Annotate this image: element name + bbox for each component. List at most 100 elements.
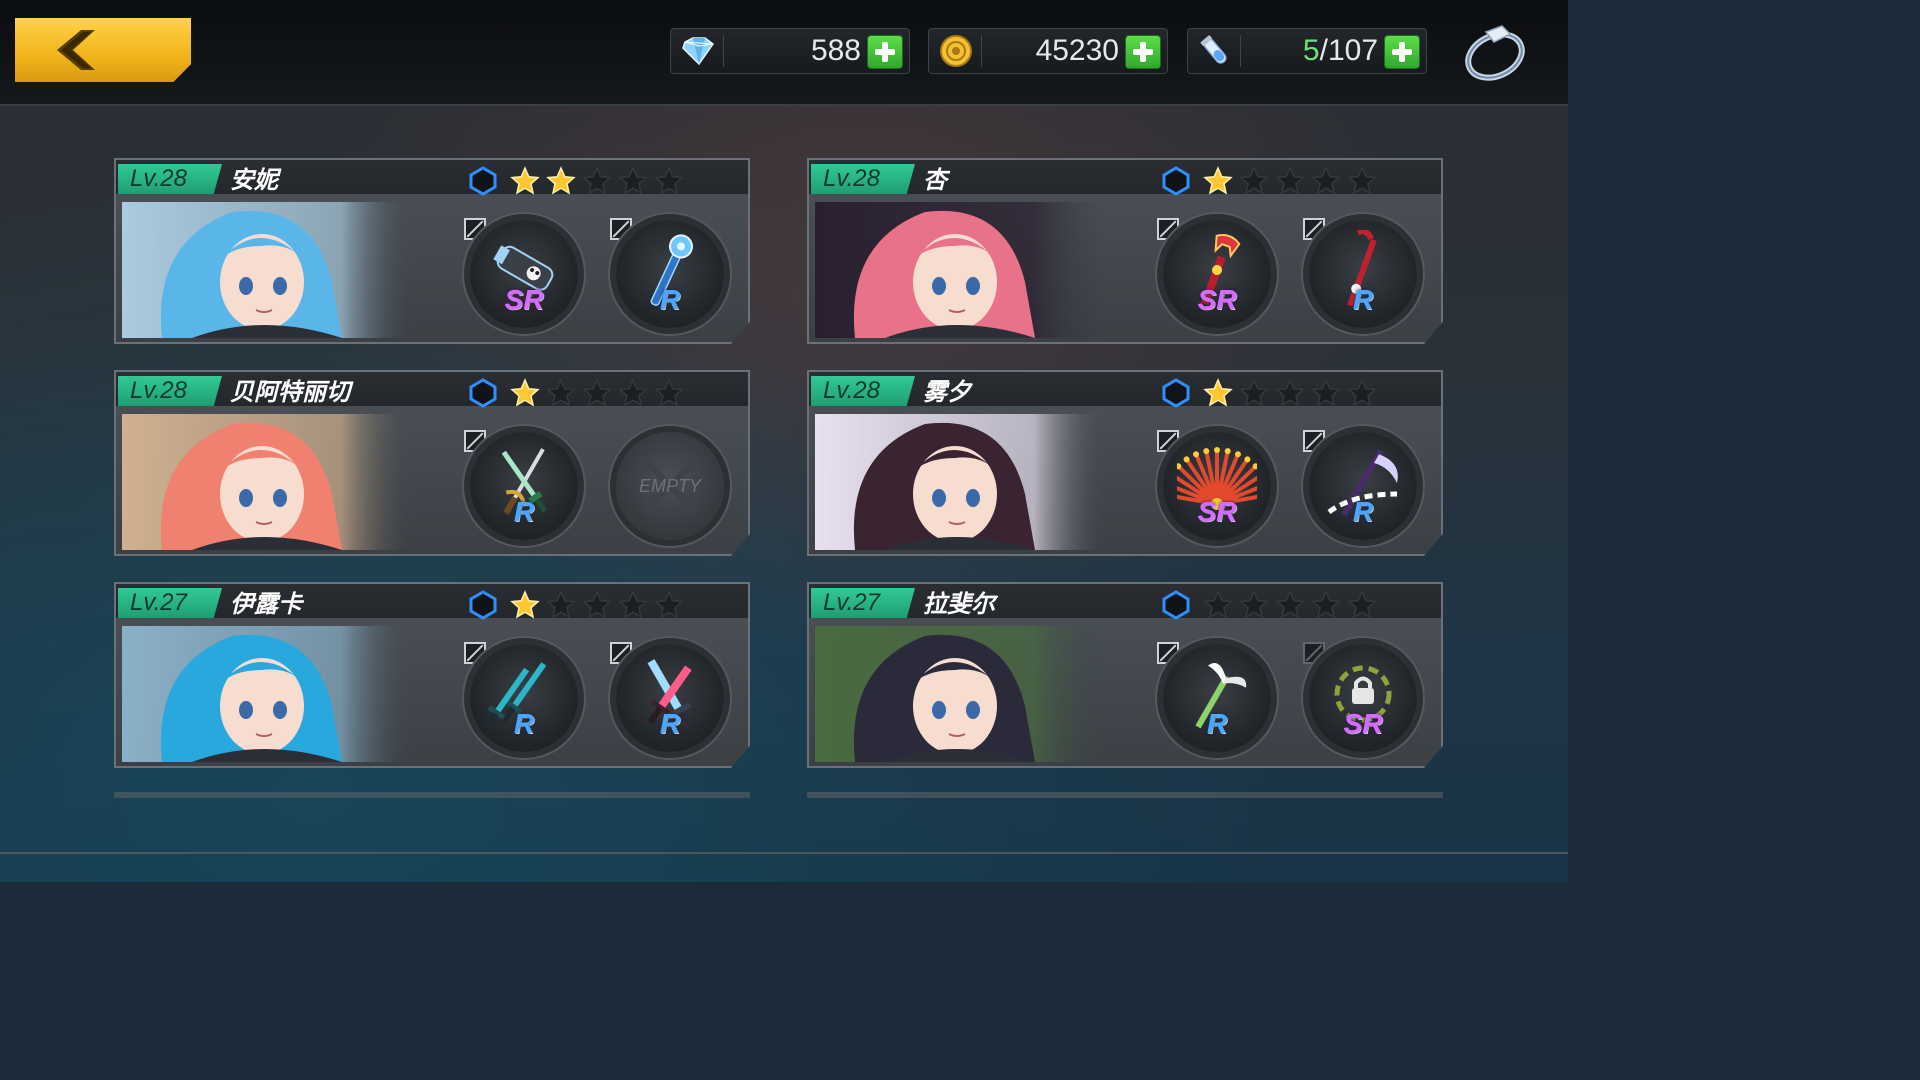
edit-icon[interactable] [464, 218, 486, 240]
back-button[interactable] [15, 18, 191, 82]
hexagon-icon [1161, 378, 1191, 412]
hexagon-icon [468, 166, 498, 200]
top-bar: 588 45230 5/107 [0, 0, 1568, 106]
weapon-slot[interactable]: R [616, 644, 724, 752]
card-header: Lv.28 雾夕 [809, 372, 1441, 408]
star-rating [510, 378, 684, 412]
weapon-slot[interactable]: R [1309, 220, 1417, 328]
edit-icon[interactable] [1157, 642, 1179, 664]
weapon-slot[interactable]: SR [470, 220, 578, 328]
rarity-label: R [659, 284, 681, 315]
rarity-label: R [1352, 284, 1374, 315]
star-icon [1347, 378, 1377, 412]
edit-icon[interactable] [610, 218, 632, 240]
character-portrait[interactable] [815, 202, 1107, 338]
character-card[interactable]: Lv.28 杏 SR R [807, 158, 1443, 344]
weapon-slot[interactable]: R [1309, 432, 1417, 540]
gems-value: 588 [810, 34, 861, 67]
star-icon [1347, 590, 1377, 624]
coin-icon [935, 33, 977, 69]
character-list[interactable]: Lv.28 安妮 SR R Lv.28 杏 SR R Lv.28 贝阿特丽切 R EMPTY Lv.28… [0, 106, 1568, 852]
add-stamina-button[interactable] [1384, 35, 1420, 69]
character-portrait[interactable] [122, 202, 414, 338]
star-icon [618, 166, 648, 200]
rarity-label: R [659, 708, 681, 739]
next-card-edge [807, 792, 1443, 798]
edit-icon[interactable] [464, 642, 486, 664]
character-card[interactable]: Lv.27 拉斐尔 R SR [807, 582, 1443, 768]
star-icon [1275, 166, 1305, 200]
lock-icon [1349, 674, 1377, 710]
rarity-label: SR [1197, 496, 1237, 527]
star-icon [654, 590, 684, 624]
character-card[interactable]: Lv.28 贝阿特丽切 R EMPTY [114, 370, 750, 556]
weapon-slot[interactable]: SR [1309, 644, 1417, 752]
character-portrait[interactable] [122, 626, 414, 762]
card-header: Lv.28 贝阿特丽切 [116, 372, 748, 408]
level-badge: Lv.27 [118, 588, 222, 618]
level-badge: Lv.27 [811, 588, 915, 618]
star-icon [1203, 378, 1233, 412]
star-rating [1203, 166, 1377, 200]
star-icon [654, 378, 684, 412]
card-header: Lv.27 拉斐尔 [809, 584, 1441, 620]
character-card[interactable]: Lv.27 伊露卡 R R [114, 582, 750, 768]
next-card-edge [114, 792, 750, 798]
edit-icon[interactable] [464, 430, 486, 452]
weapon-slot[interactable]: R [470, 432, 578, 540]
divider [723, 35, 724, 67]
character-name: 安妮 [230, 166, 278, 194]
character-name: 雾夕 [923, 378, 971, 406]
diamond-icon [677, 33, 719, 69]
gold-counter: 45230 [928, 28, 1168, 74]
character-portrait[interactable] [815, 414, 1107, 550]
add-gems-button[interactable] [867, 35, 903, 69]
gems-counter: 588 [670, 28, 910, 74]
rarity-label: SR [504, 284, 544, 315]
edit-icon[interactable] [1157, 430, 1179, 452]
star-icon [582, 590, 612, 624]
stamina-current: 5 [1302, 34, 1320, 67]
star-icon [510, 590, 540, 624]
edit-icon[interactable] [1303, 218, 1325, 240]
edit-icon[interactable] [610, 642, 632, 664]
rarity-label: R [513, 496, 535, 527]
character-name: 贝阿特丽切 [230, 378, 350, 406]
star-icon [1275, 590, 1305, 624]
stamina-max: /107 [1319, 34, 1378, 67]
star-rating [510, 166, 684, 200]
star-icon [654, 166, 684, 200]
edit-icon[interactable] [1157, 218, 1179, 240]
ring-icon[interactable] [1458, 20, 1532, 84]
star-icon [1311, 166, 1341, 200]
star-icon [1239, 378, 1269, 412]
weapon-slot[interactable]: SR [1163, 220, 1271, 328]
hexagon-icon [1161, 590, 1191, 624]
divider [1240, 35, 1241, 67]
character-card[interactable]: Lv.28 安妮 SR R [114, 158, 750, 344]
edit-icon[interactable] [1303, 642, 1325, 664]
add-gold-button[interactable] [1125, 35, 1161, 69]
star-icon [1347, 166, 1377, 200]
character-portrait[interactable] [122, 414, 414, 550]
rarity-label: SR [1343, 708, 1383, 739]
character-card[interactable]: Lv.28 雾夕 SR R [807, 370, 1443, 556]
star-icon [1311, 378, 1341, 412]
character-portrait[interactable] [815, 626, 1107, 762]
star-icon [546, 590, 576, 624]
star-icon [510, 166, 540, 200]
level-badge: Lv.28 [811, 164, 915, 194]
star-icon [1275, 378, 1305, 412]
star-icon [618, 378, 648, 412]
star-icon [510, 378, 540, 412]
star-icon [1203, 590, 1233, 624]
edit-icon[interactable] [1303, 430, 1325, 452]
weapon-slot[interactable]: R [616, 220, 724, 328]
bottom-divider [0, 852, 1568, 854]
weapon-slot[interactable]: SR [1160, 432, 1274, 540]
empty-weapon-slot[interactable]: EMPTY [616, 432, 724, 540]
star-icon [1239, 590, 1269, 624]
weapon-slot[interactable]: R [1163, 644, 1271, 752]
card-header: Lv.28 杏 [809, 160, 1441, 196]
weapon-slot[interactable]: R [470, 644, 578, 752]
